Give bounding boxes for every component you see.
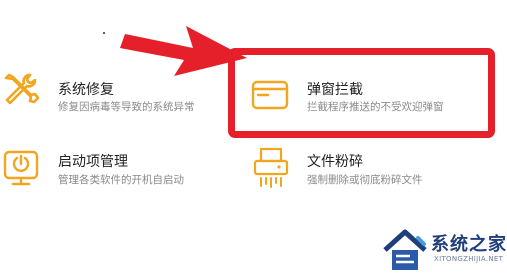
highlight-box bbox=[228, 48, 495, 138]
tool-description: 强制删除或彻底粉碎文件 bbox=[307, 174, 423, 186]
watermark-name: 系统之家 bbox=[431, 234, 507, 255]
tool-title: 启动项管理 bbox=[58, 154, 128, 170]
tool-title: 系统修复 bbox=[58, 82, 114, 98]
house-logo-icon bbox=[383, 229, 427, 270]
wrench-screwdriver-icon bbox=[4, 73, 40, 105]
tool-description: 修复因病毒等导致的系统异常 bbox=[58, 101, 195, 113]
tool-system-repair[interactable]: 系统修复 修复因病毒等导致的系统异常 bbox=[0, 60, 220, 120]
tool-startup-manager[interactable]: 启动项管理 管理各类软件的开机自启动 bbox=[0, 140, 220, 200]
startup-monitor-icon bbox=[3, 150, 39, 186]
tool-title: 文件粉碎 bbox=[307, 154, 363, 170]
tool-file-shredder[interactable]: 文件粉碎 强制删除或彻底粉碎文件 bbox=[244, 140, 484, 200]
tool-description: 管理各类软件的开机自启动 bbox=[58, 174, 184, 186]
stray-dot bbox=[103, 32, 105, 34]
watermark-url: XITONGZHIJIA.NET bbox=[434, 255, 504, 263]
watermark-logo: 系统之家 XITONGZHIJIA.NET bbox=[380, 222, 507, 280]
shredder-icon bbox=[253, 147, 289, 188]
